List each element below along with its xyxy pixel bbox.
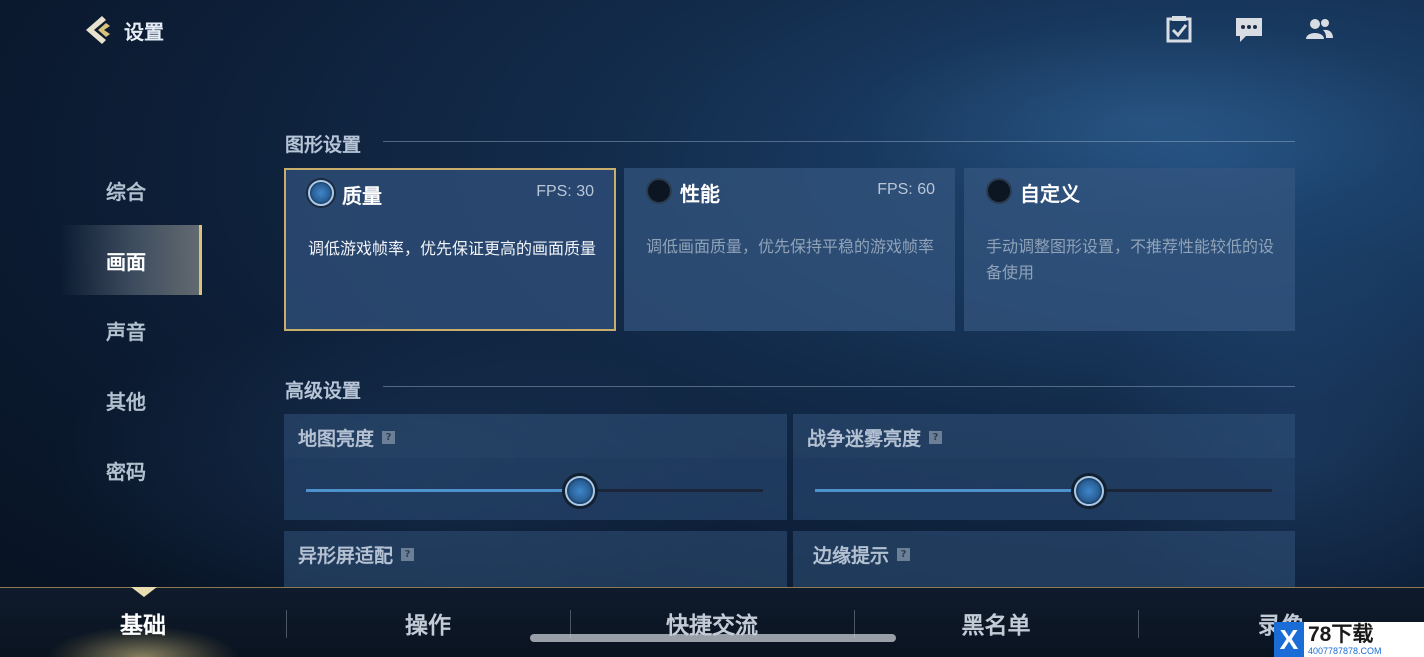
tab-controls[interactable]: 操作 <box>286 588 570 657</box>
edge-hint-label: 边缘提示 <box>813 545 890 567</box>
settings-sidebar: 综合 画面 声音 其他 密码 <box>60 155 202 505</box>
friends-icon[interactable] <box>1303 14 1335 44</box>
map-brightness-setting: 地图亮度? <box>284 414 787 520</box>
section-divider <box>383 386 1295 387</box>
sidebar-item-label: 密码 <box>106 459 146 484</box>
card-description: 调低画面质量，优先保持平稳的游戏帧率 <box>646 237 935 256</box>
tab-blacklist[interactable]: 黑名单 <box>854 588 1138 657</box>
watermark-logo: X <box>1274 622 1304 657</box>
help-icon[interactable]: ? <box>897 548 911 561</box>
custom-mode-card[interactable]: 自定义 手动调整图形设置，不推荐性能较低的设备使用 <box>964 168 1295 331</box>
sidebar-item-password[interactable]: 密码 <box>60 435 202 505</box>
sidebar-item-label: 画面 <box>106 249 146 274</box>
sidebar-item-general[interactable]: 综合 <box>60 155 202 225</box>
card-title: 性能 <box>680 182 720 206</box>
slider-fill <box>306 489 580 492</box>
watermark-text: 78下载 4007787878.COM <box>1308 622 1382 656</box>
page-title: 设置 <box>124 19 164 44</box>
card-title: 质量 <box>342 184 382 208</box>
help-icon[interactable]: ? <box>382 431 396 444</box>
tab-label: 黑名单 <box>961 613 1031 639</box>
quality-mode-card[interactable]: 质量 FPS: 30 调低游戏帧率，优先保证更高的画面质量 <box>284 168 616 331</box>
sidebar-item-sound[interactable]: 声音 <box>60 295 202 365</box>
card-title: 自定义 <box>1020 182 1080 206</box>
task-checklist-icon[interactable] <box>1163 14 1195 44</box>
advanced-section-title: 高级设置 <box>285 380 362 402</box>
home-indicator[interactable] <box>530 634 896 642</box>
map-brightness-slider-handle[interactable] <box>565 476 595 506</box>
notch-adaptation-setting[interactable]: 异形屏适配? <box>284 531 787 587</box>
edge-hint-setting[interactable]: 边缘提示? <box>793 531 1295 587</box>
sidebar-item-other[interactable]: 其他 <box>60 365 202 435</box>
card-description: 手动调整图形设置，不推荐性能较低的设备使用 <box>986 237 1275 282</box>
help-icon[interactable]: ? <box>929 431 943 444</box>
slider-fill <box>815 489 1089 492</box>
fps-value: FPS: 30 <box>536 183 594 200</box>
map-brightness-label: 地图亮度 <box>298 428 375 450</box>
back-button[interactable]: 设置 <box>80 12 180 48</box>
setting-label: 战争迷雾亮度? <box>807 424 943 451</box>
card-description: 调低游戏帧率，优先保证更高的画面质量 <box>308 239 597 258</box>
performance-radio-button[interactable] <box>646 178 672 204</box>
section-divider <box>383 141 1295 142</box>
setting-label: 边缘提示? <box>813 541 911 568</box>
watermark-main-text: 78下载 <box>1308 622 1374 646</box>
performance-mode-card[interactable]: 性能 FPS: 60 调低画面质量，优先保持平稳的游戏帧率 <box>624 168 955 331</box>
tab-label: 操作 <box>405 613 451 639</box>
notch-adaptation-label: 异形屏适配 <box>298 545 394 567</box>
fog-brightness-label: 战争迷雾亮度 <box>807 428 922 450</box>
fog-brightness-setting: 战争迷雾亮度? <box>793 414 1295 520</box>
top-bar: 设置 <box>0 0 1424 60</box>
chat-bubble-icon[interactable] <box>1233 14 1265 44</box>
quality-radio-button[interactable] <box>308 180 334 206</box>
tab-label: 基础 <box>120 613 166 639</box>
tab-quick-chat[interactable]: 快捷交流 <box>570 588 854 657</box>
tab-basic[interactable]: 基础 <box>0 588 286 657</box>
back-arrow-icon <box>86 16 110 44</box>
sidebar-item-label: 综合 <box>106 179 146 204</box>
custom-radio-button[interactable] <box>986 178 1012 204</box>
setting-label: 地图亮度? <box>298 424 396 451</box>
fps-value: FPS: 60 <box>877 181 935 198</box>
graphics-section-title: 图形设置 <box>285 134 362 156</box>
sidebar-item-label: 声音 <box>106 319 146 344</box>
sidebar-item-graphics[interactable]: 画面 <box>60 225 202 295</box>
watermark-sub-text: 4007787878.COM <box>1308 645 1382 656</box>
site-watermark: X 78下载 4007787878.COM <box>1274 622 1424 657</box>
help-icon[interactable]: ? <box>401 548 415 561</box>
setting-label: 异形屏适配? <box>298 541 415 568</box>
sidebar-item-label: 其他 <box>106 389 146 414</box>
fog-brightness-slider-handle[interactable] <box>1074 476 1104 506</box>
bottom-tab-bar: 基础 操作 快捷交流 黑名单 录像 <box>0 587 1424 657</box>
